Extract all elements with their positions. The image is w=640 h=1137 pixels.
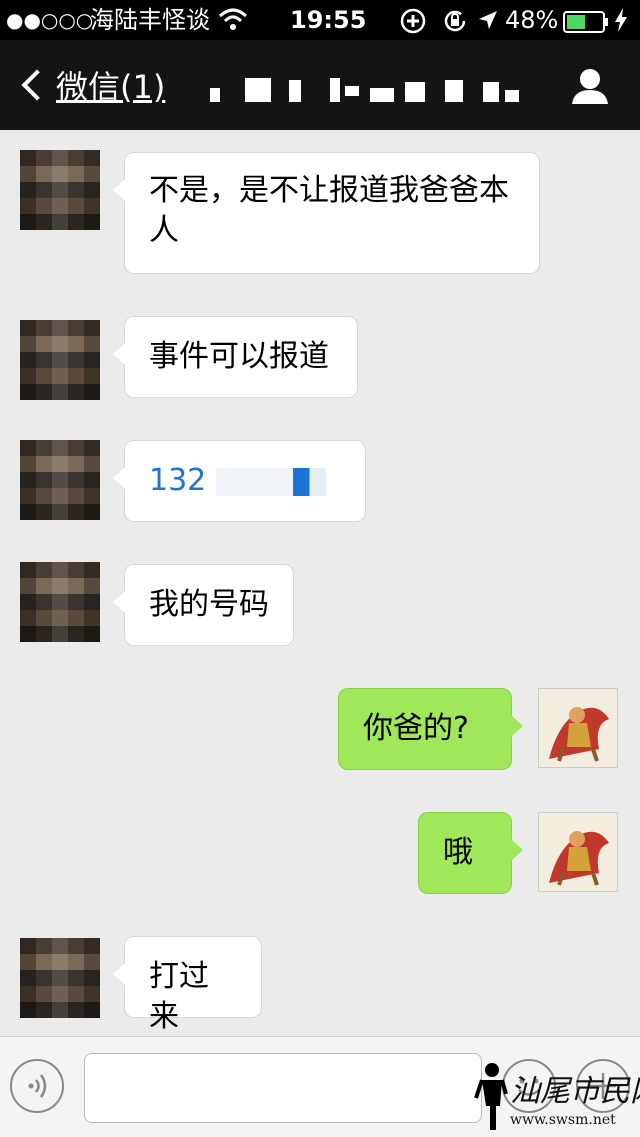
warrior-illustration-icon xyxy=(549,831,609,886)
message-text: 事件可以报道 xyxy=(149,339,329,374)
contact-avatar[interactable] xyxy=(20,938,100,1018)
message-text: 打过来 xyxy=(149,959,209,1034)
outgoing-message-bubble[interactable]: 你爸的? xyxy=(338,688,523,770)
rotation-lock-icon xyxy=(442,8,468,42)
message-text: 我的号码 xyxy=(149,587,269,622)
incoming-message-bubble[interactable]: 132 xyxy=(113,440,366,522)
navigation-bar: 微信(1) xyxy=(0,40,640,130)
message-text-input[interactable] xyxy=(84,1053,482,1123)
message-text: 你爸的? xyxy=(363,711,469,746)
clock: 19:55 xyxy=(290,6,367,34)
voice-toggle-button[interactable] xyxy=(10,1059,64,1113)
my-avatar[interactable] xyxy=(538,688,618,768)
standing-figure-logo-icon xyxy=(474,1063,508,1130)
my-avatar[interactable] xyxy=(538,812,618,892)
chevron-left-icon xyxy=(21,69,53,101)
incoming-message-bubble[interactable]: 打过来 xyxy=(113,936,262,1034)
chat-message-list[interactable]: 不是，是不让报道我爸爸本人 事件可以报道 132 我的号码 你爸的? 哦 打过来 xyxy=(0,130,640,1036)
location-arrow-icon xyxy=(476,8,500,40)
contact-avatar[interactable] xyxy=(20,562,100,642)
status-bar: ●●○○○ 海陆丰怪谈 19:55 48% xyxy=(0,0,640,40)
signal-strength: ●●○○○ xyxy=(6,8,94,32)
wifi-icon xyxy=(218,8,248,40)
chat-info-user-icon[interactable] xyxy=(570,66,610,106)
site-watermark: 汕尾市民网 www.swsm.net xyxy=(470,1060,640,1136)
warrior-illustration-icon xyxy=(549,707,609,762)
contact-avatar[interactable] xyxy=(20,320,100,400)
contact-avatar[interactable] xyxy=(20,150,100,230)
watermark-text: 汕尾市民网 xyxy=(510,1074,640,1109)
carrier-name: 海陆丰怪谈 xyxy=(90,6,210,34)
watermark-url: www.swsm.net xyxy=(510,1112,616,1128)
battery-icon xyxy=(563,9,609,41)
incoming-message-bubble[interactable]: 不是，是不让报道我爸爸本人 xyxy=(113,152,540,274)
charging-bolt-icon xyxy=(614,8,628,40)
contact-avatar[interactable] xyxy=(20,440,100,520)
incoming-message-bubble[interactable]: 我的号码 xyxy=(113,564,294,646)
outgoing-message-bubble[interactable]: 哦 xyxy=(418,812,523,894)
message-text: 不是，是不让报道我爸爸本人 xyxy=(149,173,509,248)
location-plus-icon xyxy=(400,8,426,42)
incoming-message-bubble[interactable]: 事件可以报道 xyxy=(113,316,358,398)
back-button[interactable]: 微信(1) xyxy=(18,62,165,108)
voice-wave-icon xyxy=(28,1074,47,1098)
redacted-digits xyxy=(215,467,326,496)
back-button-label: 微信(1) xyxy=(56,68,166,106)
phone-number-link[interactable]: 132 xyxy=(149,463,206,498)
message-text: 哦 xyxy=(443,835,473,870)
chat-title-pixelated xyxy=(205,76,535,102)
battery-percent: 48% xyxy=(505,6,559,34)
